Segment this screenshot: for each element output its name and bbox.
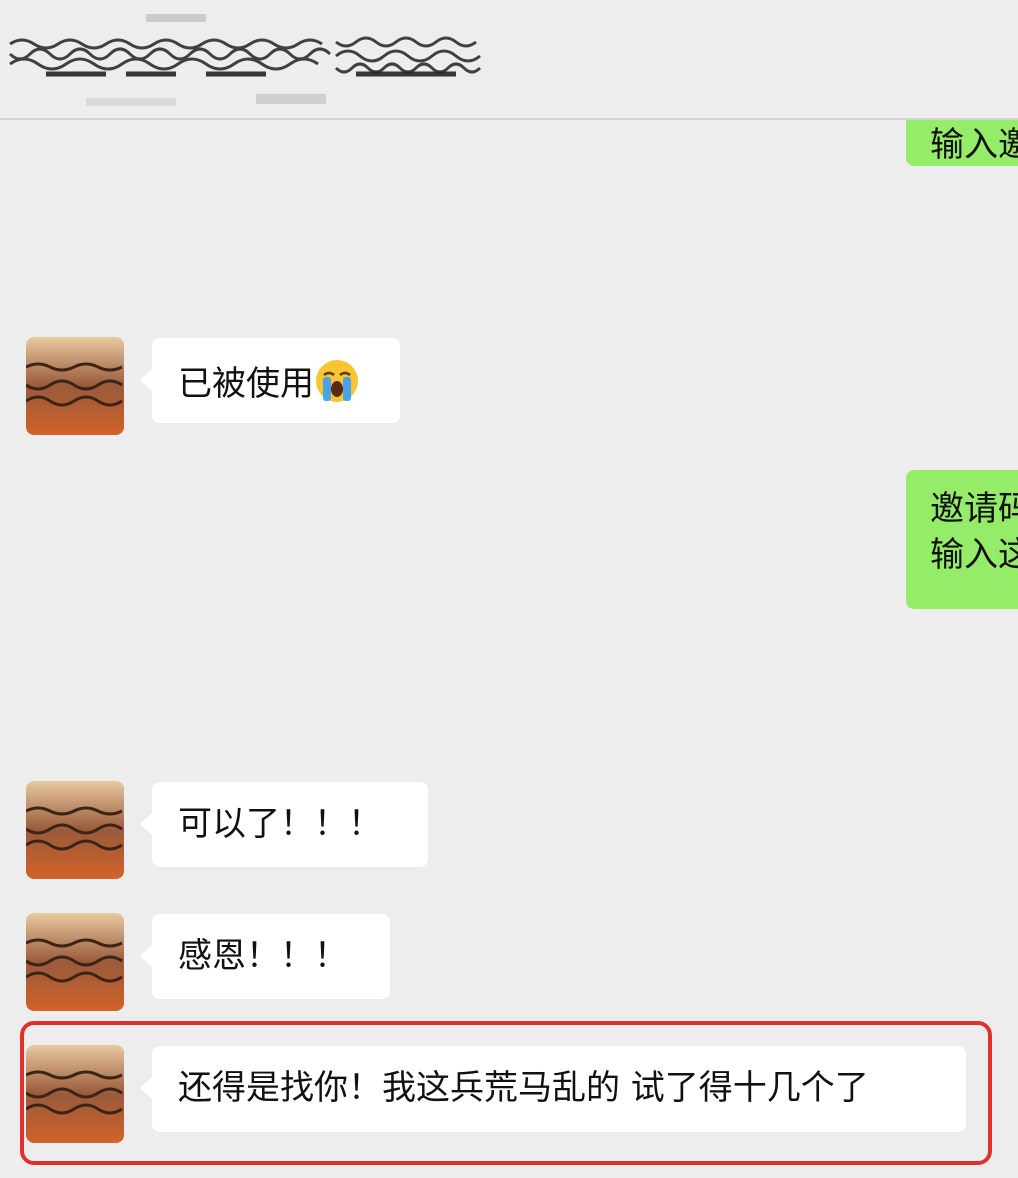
chat-header [0,0,1018,120]
incoming-message-bubble[interactable]: 已被使用 [140,338,400,423]
contact-avatar[interactable] [26,781,124,879]
avatar-image [26,337,124,435]
message-line: 邀请码 [930,489,1018,529]
chat-screen: 输入邀 已被使用 邀请码 输入这 可以了！！！ 感恩！！！ 还得是找你！我这兵荒… [0,0,1018,1178]
message-text: 已被使用 [178,364,314,404]
incoming-message-bubble[interactable]: 感恩！！！ [140,914,390,999]
obscured-contact-name [8,14,482,106]
highlight-box [20,1021,992,1165]
loudly-crying-face-icon [316,360,358,402]
avatar-image [26,781,124,879]
message-line: 输入邀 [930,125,1018,165]
incoming-message-bubble[interactable]: 可以了！！！ [140,782,428,867]
message-text: 可以了！！！ [178,804,382,844]
contact-avatar[interactable] [26,913,124,1011]
message-line: 输入这 [930,535,1018,575]
contact-avatar[interactable] [26,337,124,435]
outgoing-message-bubble[interactable]: 邀请码 输入这 [906,470,1018,609]
message-text: 感恩！！！ [178,936,348,976]
avatar-image [26,913,124,1011]
